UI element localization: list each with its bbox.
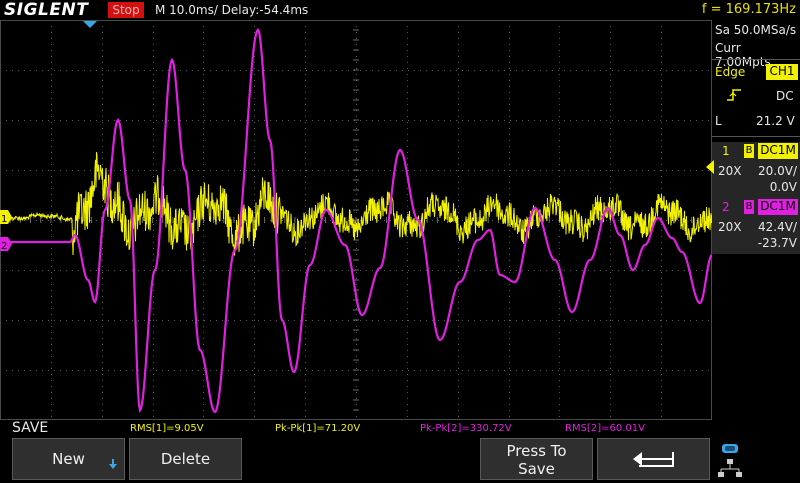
delete-button-label: Delete [160,450,211,468]
divider [712,59,800,60]
measurement-pkpk-ch2: Pk-Pk[2]=330.72V [420,423,512,434]
top-status-bar: SIGLENT Stop M 10.0ms/ Delay:-54.4ms f =… [0,0,800,20]
ch2-marker-label: 2 [1,241,7,252]
ch1-selected-icon [706,160,714,174]
frequency-counter: f = 169.173Hz [701,2,796,17]
sample-rate: Sa 50.0MSa/s [715,23,797,37]
trigger-source[interactable]: CH1 [766,64,798,80]
trigger-type[interactable]: Edge [715,65,745,79]
ch2-offset: -23.7V [757,236,797,250]
ch1-coupling: DC1M [758,143,798,159]
measurement-rms-ch2: RMS[2]=60.01V [565,423,645,434]
press-to-save-line2: Save [518,460,555,478]
waveform-display[interactable]: 1 2 [0,20,712,420]
ch1-scale: 20.0V/ [758,164,797,178]
return-button[interactable] [597,438,710,480]
return-arrow-icon [633,452,674,467]
oscilloscope-grid: 1 2 [0,20,712,420]
new-button[interactable]: New [12,438,125,480]
rising-edge-icon [727,89,741,101]
measurement-rms-ch1: RMS[1]=9.05V [130,423,204,434]
ch1-offset: 0.0V [769,180,797,194]
ch1-marker-label: 1 [1,214,7,225]
measurement-pkpk-ch1: Pk-Pk[1]=71.20V [275,423,361,434]
trigger-position-icon[interactable] [82,20,98,28]
ch2-probe: 20X [718,220,742,234]
ch2-scale: 42.4V/ [758,220,797,234]
menu-title: SAVE [12,420,49,436]
divider [712,136,800,137]
trigger-level-label: L [715,114,722,128]
delete-button[interactable]: Delete [129,438,242,480]
arrow-down-icon [109,459,117,469]
timebase-readout[interactable]: M 10.0ms/ Delay:-54.4ms [155,2,308,18]
press-to-save-line1: Press To [506,442,567,460]
ch1-settings[interactable]: 1 B DC1M 20X 20.0V/ 0.0V [712,142,800,198]
ch1-number: 1 [722,144,730,158]
ch2-bandwidth-limit-badge: B [744,200,754,214]
ch2-settings[interactable]: 2 B DC1M 20X 42.4V/ -23.7V [712,198,800,254]
trigger-level: 21.2 V [756,114,795,128]
ch1-bandwidth-limit-badge: B [744,144,754,158]
trigger-coupling: DC [776,89,794,103]
press-to-save-button[interactable]: Press To Save [480,438,593,480]
run-stop-status[interactable]: Stop [108,2,144,18]
brand-logo: SIGLENT [4,0,89,20]
right-info-panel: Sa 50.0MSa/s Curr 7.00Mpts Edge CH1 DC L… [706,20,800,420]
ch2-coupling: DC1M [758,199,798,215]
ch2-level-marker-icon[interactable]: 2 [0,237,12,252]
ch2-number: 2 [722,200,730,214]
network-status-icon [716,441,744,479]
ch1-probe: 20X [718,164,742,178]
graticule [0,20,712,420]
